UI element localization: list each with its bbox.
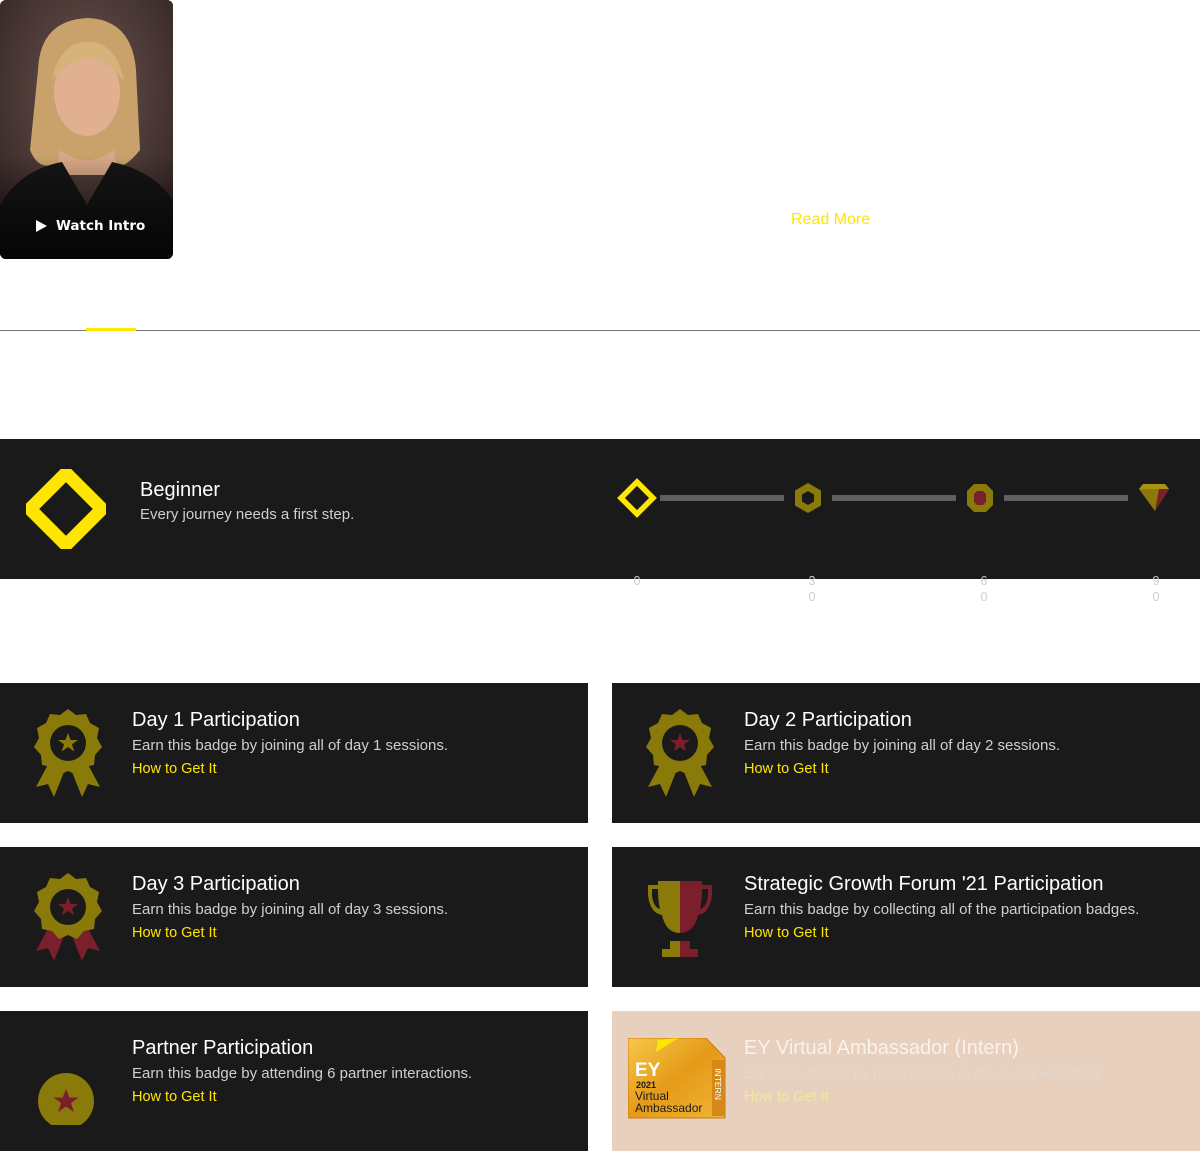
- watch-intro-button[interactable]: Watch Intro: [36, 218, 145, 234]
- track-segment: [1004, 495, 1128, 501]
- badge-card-forum: Strategic Growth Forum '21 Participation…: [612, 847, 1200, 987]
- how-to-get-it-link[interactable]: How to Get It: [744, 761, 829, 777]
- ey-badge-tag: INTERN: [713, 1068, 723, 1100]
- intro-video-card[interactable]: Watch Intro: [0, 0, 173, 259]
- badge-description: Earn this badge by collecting all of the…: [744, 901, 1140, 918]
- how-to-get-it-link[interactable]: How to Get It: [744, 1089, 829, 1105]
- badge-title: Strategic Growth Forum '21 Participation: [744, 873, 1104, 895]
- badge-title: Day 3 Participation: [132, 873, 300, 895]
- track-segment: [832, 495, 956, 501]
- badge-title: Day 1 Participation: [132, 709, 300, 731]
- how-to-get-it-link[interactable]: How to Get It: [132, 761, 217, 777]
- badge-card-day1: Day 1 Participation Earn this badge by j…: [0, 683, 588, 823]
- milestone-label: 60: [980, 574, 988, 604]
- level-description: Every journey needs a first step.: [140, 506, 355, 523]
- level-progress-panel: Beginner Every journey needs a first ste…: [0, 439, 1200, 604]
- ribbon-medal-icon: [646, 709, 714, 797]
- star-coin-icon: [38, 1073, 94, 1125]
- milestone-label: 30: [808, 574, 816, 604]
- how-to-get-it-link[interactable]: How to Get It: [132, 925, 217, 941]
- tab-divider: [0, 330, 1200, 331]
- ey-ambassador-badge-icon: EY 2021 Virtual Ambassador INTERN: [628, 1038, 726, 1119]
- level-title: Beginner: [140, 479, 221, 501]
- milestone-diamond-icon: [617, 478, 657, 518]
- track-segment: [660, 495, 784, 501]
- read-more-link[interactable]: Read More: [791, 211, 870, 229]
- play-icon: [36, 220, 47, 232]
- badge-description: Earn this badge by participating in the …: [744, 1065, 1103, 1082]
- ribbon-medal-icon: [34, 709, 102, 797]
- badge-description: Earn this badge by joining all of day 2 …: [744, 737, 1061, 754]
- badge-card-day2: Day 2 Participation Earn this badge by j…: [612, 683, 1200, 823]
- ribbon-medal-icon: [34, 873, 102, 961]
- badge-title: Partner Participation: [132, 1037, 314, 1059]
- how-to-get-it-link[interactable]: How to Get It: [132, 1089, 217, 1105]
- level-track: 0 30 60 90: [600, 469, 1200, 604]
- badge-title: EY Virtual Ambassador (Intern): [744, 1037, 1019, 1059]
- active-tab-indicator: [86, 328, 136, 331]
- badge-title: Day 2 Participation: [744, 709, 912, 731]
- milestone-gem-icon: [1139, 484, 1169, 511]
- ey-logo: EY: [635, 1060, 661, 1081]
- ey-badge-line2: Ambassador: [635, 1101, 702, 1115]
- trophy-icon: [648, 881, 712, 957]
- beginner-diamond-icon: [26, 469, 106, 549]
- milestone-label: 90: [1152, 574, 1160, 604]
- badge-description: Earn this badge by joining all of day 1 …: [132, 737, 449, 754]
- badge-card-partner: Partner Participation Earn this badge by…: [0, 1011, 588, 1151]
- badge-card-ey-ambassador: EY 2021 Virtual Ambassador INTERN EY Vir…: [612, 1011, 1200, 1151]
- milestone-octagon-icon: [967, 484, 993, 512]
- badge-card-day3: Day 3 Participation Earn this badge by j…: [0, 847, 588, 987]
- badge-description: Earn this badge by joining all of day 3 …: [132, 901, 449, 918]
- milestone-hexagon-icon: [795, 483, 821, 513]
- milestone-label: 0: [633, 574, 641, 588]
- badge-description: Earn this badge by attending 6 partner i…: [132, 1065, 473, 1082]
- how-to-get-it-link[interactable]: How to Get It: [744, 925, 829, 941]
- watch-intro-label: Watch Intro: [56, 218, 146, 234]
